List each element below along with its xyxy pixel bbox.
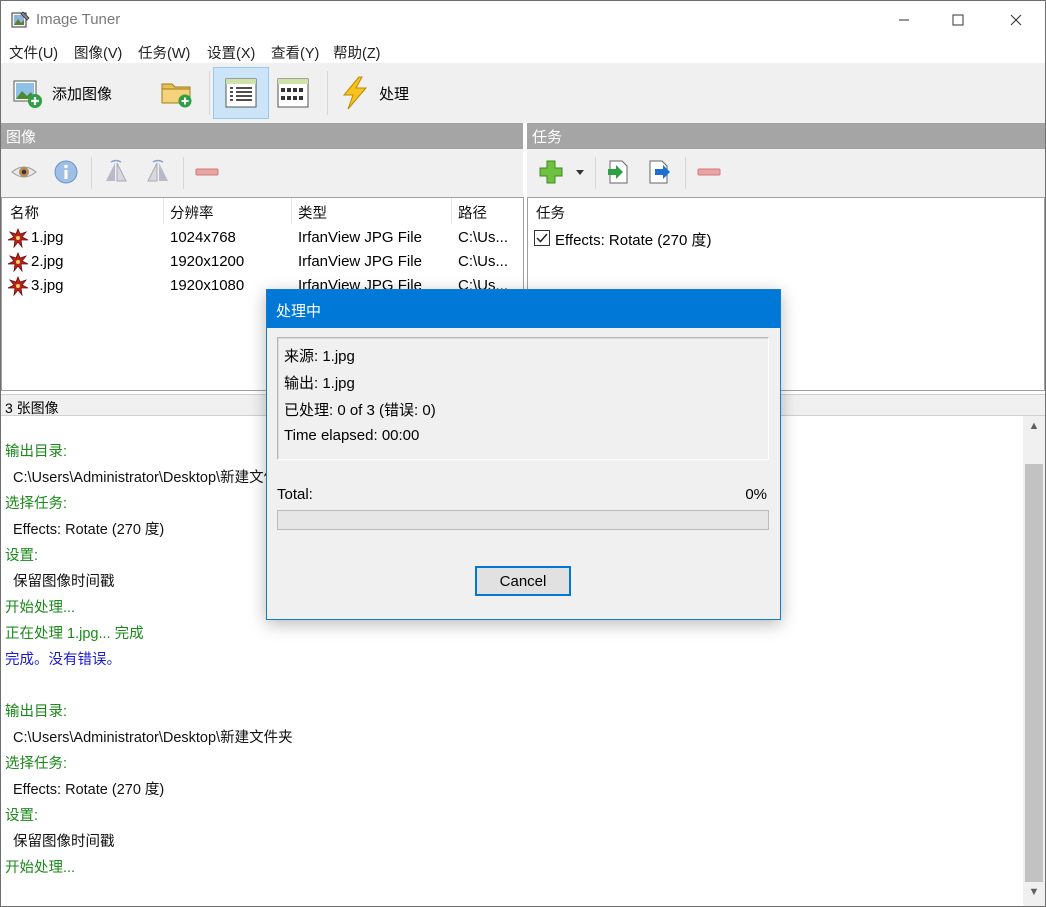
maximize-icon [952,14,964,26]
process-label: 处理 [379,85,410,103]
image-name: 2.jpg [31,253,64,270]
flip-vertical-icon[interactable] [145,159,171,185]
dialog-total-percent: 0% [745,486,767,503]
image-name: 3.jpg [31,277,64,294]
dialog-elapsed: Time elapsed: 00:00 [284,427,420,444]
details-view-button[interactable] [213,67,269,119]
add-image-icon [13,80,42,108]
import-task-icon[interactable] [605,159,631,185]
add-task-icon[interactable] [538,159,564,185]
image-resolution: 1024x768 [170,229,236,246]
menu-file[interactable]: 文件(U) [9,42,58,63]
log-line: 输出目录: [5,444,68,460]
dialog-output: 输出: 1.jpg [284,375,355,392]
info-icon[interactable] [53,159,79,185]
menu-task[interactable]: 任务(W) [138,42,190,63]
remove-image-icon[interactable] [194,159,220,185]
menu-image[interactable]: 图像(V) [74,42,122,63]
log-line: C:\Users\Administrator\Desktop\新建文件夹 [13,730,293,746]
tasks-panel-header: 任务 [527,123,1045,149]
dialog-info-box: 来源: 1.jpg 输出: 1.jpg 已处理: 0 of 3 (错误: 0) … [277,337,769,460]
menu-bar: 文件(U) 图像(V) 任务(W) 设置(X) 查看(Y) 帮助(Z) [1,39,1045,63]
table-row[interactable]: 2.jpg 1920x1200 IrfanView JPG File C:\Us… [2,250,523,274]
window-title: Image Tuner [36,11,121,28]
log-line: 设置: [5,808,39,824]
processing-dialog: 处理中 来源: 1.jpg 输出: 1.jpg 已处理: 0 of 3 (错误:… [266,289,781,620]
add-folder-button[interactable] [151,67,203,119]
column-header-path[interactable]: 路径 [458,202,487,223]
column-header-type[interactable]: 类型 [298,202,327,223]
menu-help[interactable]: 帮助(Z) [333,42,381,63]
app-window: Image Tuner 文件(U) 图像(V) 任务(W) 设置(X) 查看(Y… [0,0,1046,907]
title-bar: Image Tuner [1,1,1045,39]
log-scrollbar[interactable]: ▲ ▼ [1023,416,1045,906]
image-type: IrfanView JPG File [298,253,422,270]
flip-horizontal-icon[interactable] [103,159,129,185]
close-icon [1010,14,1022,26]
image-path: C:\Us... [458,229,509,246]
main-toolbar: 添加图像 处理 [1,63,1045,123]
dialog-title: 处理中 [267,290,780,328]
details-view-icon [225,78,257,108]
irfanview-file-icon [7,276,29,296]
log-line: 保留图像时间戳 [13,834,115,850]
tasks-toolbar [527,149,1045,197]
log-line: 设置: [5,548,39,564]
add-images-button[interactable]: 添加图像 [7,67,127,119]
images-panel-header: 图像 [1,123,523,149]
add-images-label: 添加图像 [52,85,113,103]
thumbnail-view-icon [277,78,309,108]
log-line: 输出目录: [5,704,68,720]
image-type: IrfanView JPG File [298,229,422,246]
task-label: Effects: Rotate (270 度) [555,232,712,249]
task-checkbox[interactable] [534,230,550,246]
log-line: 选择任务: [5,496,68,512]
remove-task-icon[interactable] [696,159,722,185]
irfanview-file-icon [7,228,29,248]
scroll-down-arrow[interactable]: ▼ [1027,886,1041,900]
images-toolbar [1,149,523,197]
image-resolution: 1920x1080 [170,277,245,294]
image-count-status: 3 张图像 [5,400,59,416]
image-name: 1.jpg [31,229,64,246]
log-line: 开始处理... [5,860,76,876]
task-item[interactable]: Effects: Rotate (270 度) [528,226,1044,250]
thumbnail-view-button[interactable] [271,67,315,119]
export-task-icon[interactable] [647,159,673,185]
log-line: 完成。没有错误。 [5,652,121,668]
log-line: 正在处理 1.jpg... 完成 [5,626,144,642]
menu-view[interactable]: 查看(Y) [271,42,319,63]
column-header-name[interactable]: 名称 [10,202,39,223]
cancel-button[interactable]: Cancel [475,566,571,596]
lightning-icon [342,76,368,110]
progress-bar [277,510,769,530]
image-tuner-icon [11,11,30,28]
minimize-icon [899,19,909,21]
log-line: 选择任务: [5,756,68,772]
image-resolution: 1920x1200 [170,253,245,270]
add-folder-icon [161,83,192,108]
menu-settings[interactable]: 设置(X) [207,42,255,63]
log-line: Effects: Rotate (270 度) [13,522,165,538]
image-path: C:\Us... [458,253,509,270]
eye-icon[interactable] [11,159,37,185]
dialog-source: 来源: 1.jpg [284,348,355,365]
table-row[interactable]: 1.jpg 1024x768 IrfanView JPG File C:\Us.… [2,226,523,250]
chevron-down-icon[interactable] [573,159,587,185]
dialog-processed: 已处理: 0 of 3 (错误: 0) [284,402,436,419]
log-line: 保留图像时间戳 [13,574,115,590]
log-line: C:\Users\Administrator\Desktop\新建文件夹 [13,470,293,486]
log-line: 开始处理... [5,600,76,616]
column-header-task[interactable]: 任务 [536,202,565,223]
close-button[interactable] [987,1,1045,39]
scroll-thumb[interactable] [1025,464,1043,882]
column-header-resolution[interactable]: 分辨率 [170,202,214,223]
log-line: Effects: Rotate (270 度) [13,782,165,798]
irfanview-file-icon [7,252,29,272]
dialog-total-label: Total: [277,486,313,503]
minimize-button[interactable] [875,1,933,39]
scroll-up-arrow[interactable]: ▲ [1027,420,1041,434]
maximize-button[interactable] [929,1,987,39]
process-button[interactable]: 处理 [337,67,427,119]
